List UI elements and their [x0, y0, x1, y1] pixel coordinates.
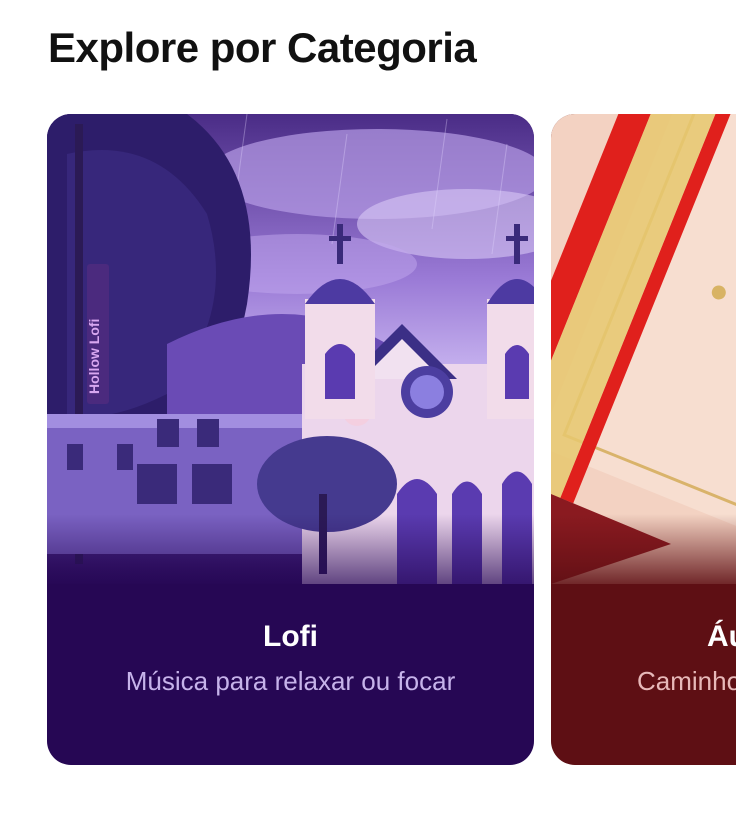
category-card-lofi[interactable]: Hollow Lofi Lofi Música para relaxar ou …: [47, 114, 534, 765]
category-title: Áu: [707, 620, 736, 653]
category-carousel[interactable]: Hollow Lofi Lofi Música para relaxar ou …: [47, 114, 736, 765]
explore-categories-section: Explore por Categoria Hollow Lofi Lofi M…: [0, 0, 736, 819]
category-card-audio[interactable]: Áu Caminho: [551, 114, 736, 765]
category-subtitle: Caminho: [637, 666, 736, 696]
category-title: Lofi: [263, 620, 318, 653]
section-title: Explore por Categoria: [48, 24, 477, 71]
banner-text: Hollow Lofi: [86, 319, 102, 394]
category-subtitle: Música para relaxar ou focar: [125, 666, 456, 696]
